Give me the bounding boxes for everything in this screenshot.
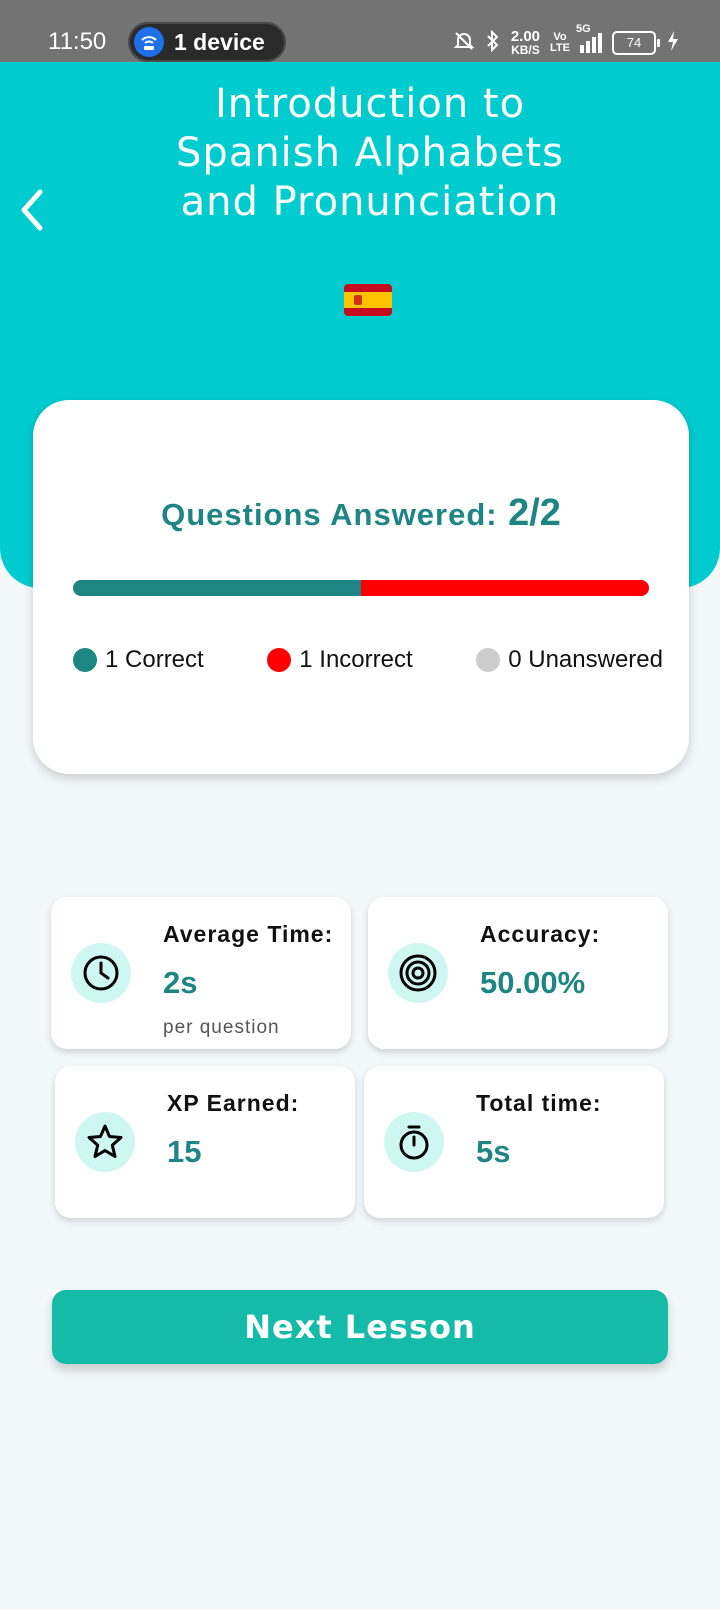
- correct-dot: [73, 648, 97, 672]
- questions-answered-value: 2/2: [508, 492, 561, 534]
- legend-correct: 1 Correct: [73, 646, 204, 674]
- back-button[interactable]: [12, 180, 52, 240]
- status-time: 11:50: [48, 28, 107, 55]
- accuracy-card: Accuracy: 50.00%: [368, 897, 668, 1049]
- questions-answered-label: Questions Answered:: [161, 497, 498, 532]
- status-bar: 11:50 1 device 2.00 KB/S Vo LTE 5G 74: [0, 0, 720, 62]
- total-time-card: Total time: 5s: [364, 1066, 664, 1218]
- star-icon: [75, 1112, 135, 1172]
- spain-flag-icon: [344, 284, 392, 316]
- battery-indicator: 74: [612, 31, 660, 55]
- chevron-left-icon: [21, 189, 43, 231]
- incorrect-dot: [267, 648, 292, 672]
- stopwatch-icon: [384, 1112, 444, 1172]
- progress-card: Questions Answered: 2/2 1 Correct 1 Inco…: [33, 400, 689, 774]
- average-time-label: Average Time:: [163, 921, 334, 947]
- total-time-value: 5s: [476, 1134, 511, 1169]
- hotspot-pill[interactable]: 1 device: [128, 22, 286, 62]
- hotspot-icon: [134, 27, 164, 57]
- lesson-title: Introduction to Spanish Alphabets and Pr…: [176, 81, 564, 225]
- bluetooth-icon: [485, 29, 501, 57]
- accuracy-value: 50.00%: [480, 965, 586, 1000]
- progress-legend: 1 Correct 1 Incorrect 0 Unanswered: [73, 646, 663, 674]
- volte-indicator: Vo LTE: [550, 31, 570, 54]
- progress-incorrect-segment: [361, 580, 649, 596]
- progress-bar: [73, 580, 649, 596]
- average-time-card: Average Time: 2s per question: [51, 897, 351, 1049]
- clock-icon: [71, 943, 131, 1003]
- xp-earned-value: 15: [167, 1134, 202, 1169]
- progress-correct-segment: [73, 580, 361, 596]
- status-icons: 2.00 KB/S Vo LTE 5G 74: [453, 23, 680, 57]
- average-time-sub: per question: [163, 1017, 280, 1038]
- xp-earned-card: XP Earned: 15: [55, 1066, 355, 1218]
- mute-icon: [453, 30, 475, 57]
- net-speed: 2.00 KB/S: [510, 28, 541, 57]
- xp-earned-label: XP Earned:: [167, 1090, 300, 1116]
- hotspot-label: 1 device: [174, 29, 265, 55]
- charging-icon: [666, 30, 680, 57]
- questions-answered: Questions Answered: 2/2: [33, 492, 689, 535]
- next-lesson-button[interactable]: Next Lesson: [52, 1290, 668, 1364]
- legend-incorrect: 1 Incorrect: [267, 646, 413, 674]
- unanswered-dot: [476, 648, 501, 672]
- legend-unanswered: 0 Unanswered: [476, 646, 663, 674]
- signal-icon: 5G: [576, 23, 602, 53]
- total-time-label: Total time:: [476, 1090, 602, 1116]
- average-time-value: 2s: [163, 965, 198, 1000]
- accuracy-label: Accuracy:: [480, 921, 601, 947]
- target-icon: [388, 943, 448, 1003]
